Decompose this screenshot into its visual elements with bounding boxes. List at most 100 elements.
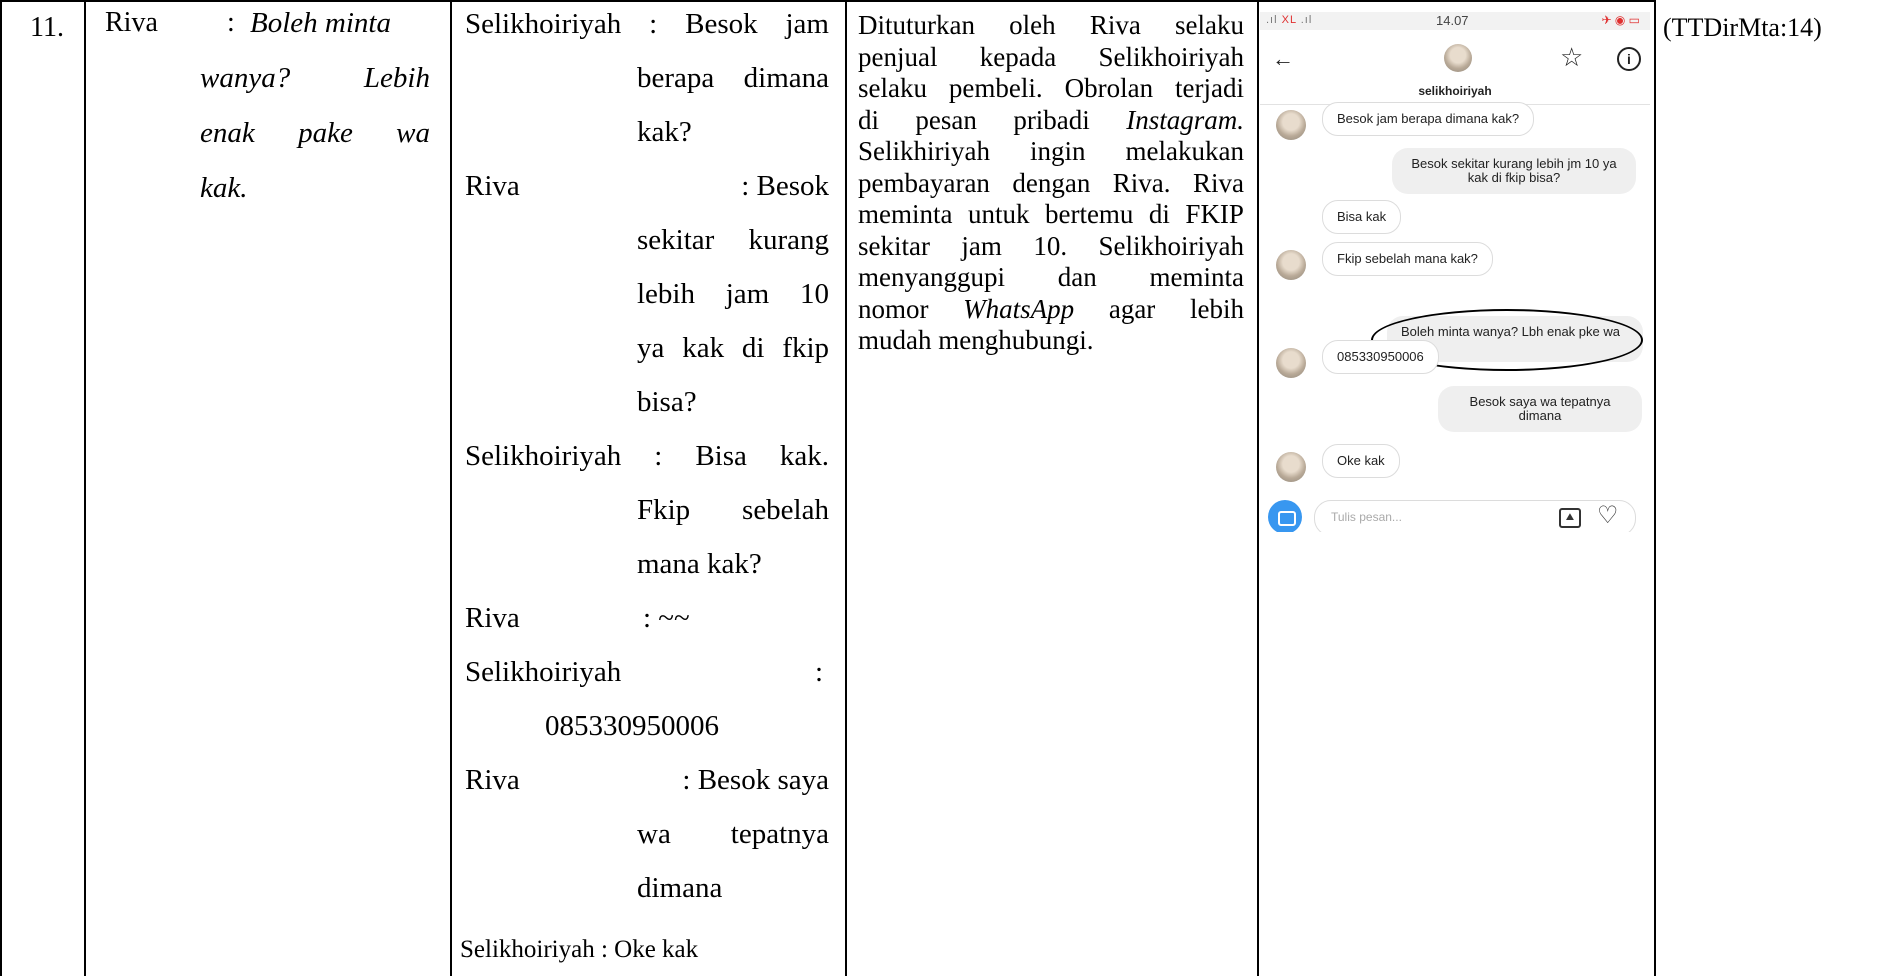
description-word: Selikhiriyah [858,136,990,166]
description-line: pembayaran dengan Riva. Riva [858,168,1244,200]
back-arrow-icon[interactable]: ← [1272,46,1294,72]
column-divider-1 [84,0,86,976]
camera-icon[interactable] [1268,500,1302,532]
description-word: penjual [858,41,938,72]
message-incoming: 085330950006 [1322,340,1439,374]
utterance-line-3: enak pake wa [200,117,430,149]
description-word: FKIP [1185,199,1244,229]
speaker-riva: Riva [465,170,520,202]
utterance-line-4: kak. [200,172,248,204]
transcript-line: Fkip sebelah [637,494,829,526]
column-divider-4 [1257,0,1259,976]
message-incoming: Bisa kak [1322,200,1402,234]
message-placeholder: Tulis pesan... [1331,510,1402,524]
description-line: mudah menghubungi. [858,325,1244,357]
avatar [1276,452,1306,482]
description-word: untuk [967,199,1030,229]
message-outgoing: Besok sekitar kurang lebih jm 10 ya kak … [1392,148,1636,194]
transcript-line: mana kak? [637,548,762,580]
status-time: 14.07 [1436,13,1469,28]
description-word: mudah menghubungi. [858,325,1094,355]
table-top-border [0,0,1656,2]
description-word: ingin [1030,136,1086,166]
avatar [1276,250,1306,280]
table-border-left [0,0,2,976]
carrier-label: XL [1281,14,1297,26]
speaker-riva: Riva [465,602,520,634]
transcript-line: wa tepatnya [637,818,829,850]
description-line: Dituturkan oleh Riva selaku [858,10,1244,42]
description-line: menyanggupi dan meminta [858,262,1244,294]
description-word: jam [961,230,1002,261]
description-line: sekitar jam 10. Selikhoiriyah [858,231,1244,263]
heart-icon[interactable]: ♡ [1597,501,1619,530]
message-incoming: Fkip sebelah mana kak? [1322,242,1493,276]
description-word: pribadi [1013,104,1090,135]
description-word: dan [1057,262,1097,292]
description-line: selaku pembeli. Obrolan terjadi [858,73,1244,105]
description-word: nomor [858,293,929,324]
description-word: bertemu [1044,199,1134,229]
description-word: Dituturkan [858,10,975,40]
speaker-colon: : [815,656,824,688]
description-word: melakukan [1125,136,1244,166]
transcript-line: Selikhoiriyah : Oke kak [460,936,699,963]
phone-number: 085330950006 [545,710,719,742]
row-number: 11. [30,12,64,43]
chat-header: ← selikhoiriyah ☆ i [1260,30,1650,105]
description-word: di [1148,199,1170,229]
description-word: Riva [1089,10,1141,40]
speaker-riva: Riva [465,764,520,796]
description-word: Riva. [1112,167,1171,198]
status-bar: .ıl XL .ıl 14.07 ✈ ◉ ▭ [1260,12,1650,30]
speaker-colon: : [227,7,235,38]
message-incoming: Besok jam berapa dimana kak? [1322,102,1535,136]
description-word: WhatsApp [963,293,1075,324]
transcript-line: : ~~ [643,602,690,634]
avatar[interactable] [1444,44,1472,72]
description-word: kepada [979,41,1057,72]
info-icon[interactable]: i [1617,47,1641,71]
message-outgoing: Besok saya wa tepatnya dimana [1438,386,1642,432]
transcript-line: ya kak di fkip [637,332,829,364]
column-divider-2 [450,0,452,976]
description-word: Selikhoiriyah [1098,41,1244,72]
description-word: selaku [858,73,927,103]
description-word: dengan [1012,167,1091,198]
description-word: oleh [1009,10,1056,40]
chat-username[interactable]: selikhoiriyah [1260,84,1650,98]
description-word: terjadi [1175,73,1244,103]
transcript-line: sekitar kurang [637,224,829,256]
context-description: Dituturkan oleh Riva selaku penjual kepada Sel… [858,10,1244,357]
description-word: pesan [915,104,977,135]
description-word: 10. [1033,230,1068,261]
description-word: Obrolan [1064,73,1154,103]
description-word: meminta [858,199,953,229]
description-line: penjual kepada Selikhoiriyah [858,42,1244,74]
transcript-line: Selikhoiriyah : Besok jam [465,8,829,40]
star-icon[interactable]: ☆ [1560,42,1583,73]
battery-icon: ✈ ◉ ▭ [1601,13,1640,27]
transcript-line: dimana [637,872,723,904]
signal-icon: .ıl XL .ıl [1266,14,1313,26]
description-word: lebih [1189,293,1244,324]
description-line: di pesan pribadi Instagram. [858,105,1244,137]
image-icon[interactable]: ⛰ [1559,508,1581,528]
column-divider-3 [845,0,847,976]
message-input[interactable]: Tulis pesan... ⛰ ♡ [1314,500,1636,532]
speaker-selikhoiriyah: Selikhoiriyah [465,656,622,688]
transcript-line: berapa dimana [637,62,829,94]
description-word: Selikhoiriyah [1098,230,1244,261]
speaker-name: Riva [105,7,158,38]
transcript-line: lebih jam 10 [637,278,829,310]
description-word: menyanggupi [858,262,1005,292]
utterance-text-1: Boleh minta [250,7,391,39]
utterance-line-2: wanya? Lebih [200,62,430,94]
description-word: Instagram. [1126,104,1244,135]
transcript-line: : Besok saya [682,764,829,796]
avatar [1276,348,1306,378]
description-line: nomor WhatsApp agar lebih [858,294,1244,326]
description-word: agar [1108,293,1156,324]
description-word: Riva [1192,167,1244,198]
description-line: Selikhiriyah ingin melakukan [858,136,1244,168]
